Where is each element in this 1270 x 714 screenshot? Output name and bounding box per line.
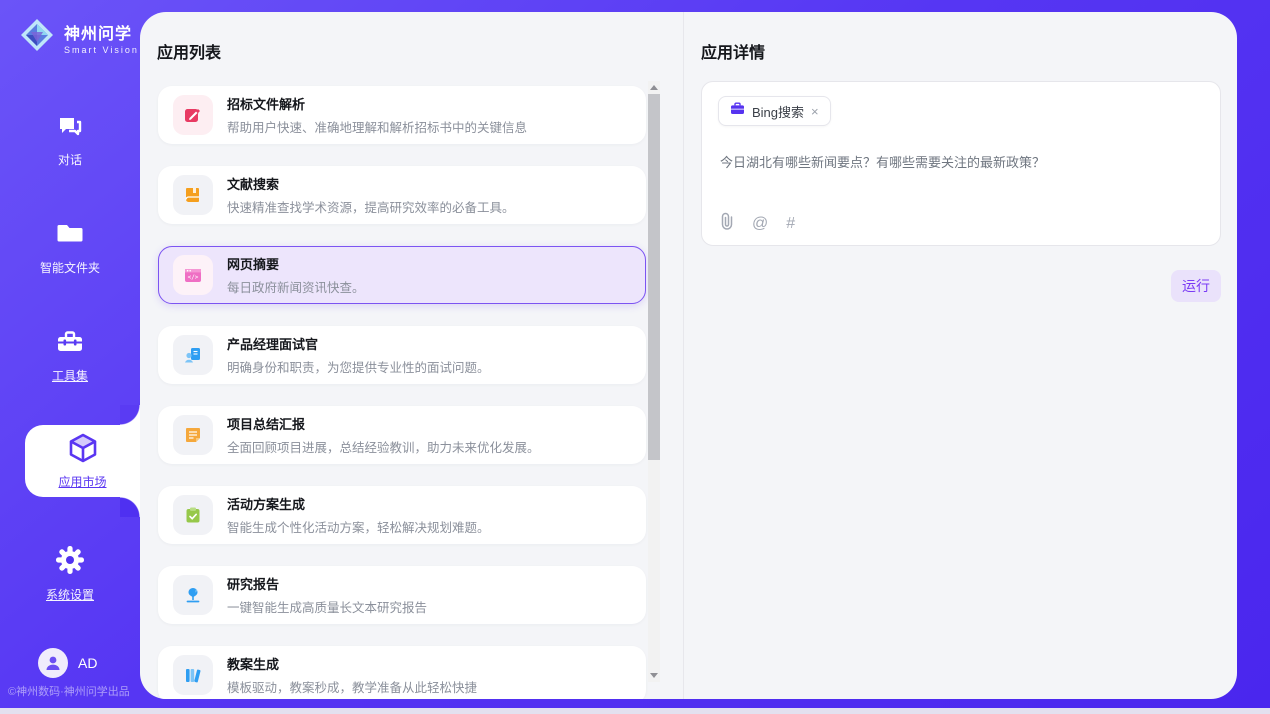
- app-card-event-plan[interactable]: 活动方案生成 智能生成个性化活动方案，轻松解决规划难题。: [158, 486, 646, 544]
- app-name: 项目总结汇报: [227, 414, 540, 433]
- app-name: 研究报告: [227, 574, 427, 593]
- app-card-project-summary[interactable]: 项目总结汇报 全面回顾项目进展，总结经验教训，助力未来优化发展。: [158, 406, 646, 464]
- app-desc: 智能生成个性化活动方案，轻松解决规划难题。: [227, 517, 490, 536]
- scroll-up-icon[interactable]: [648, 81, 660, 94]
- window-bottom-edge: [0, 708, 1270, 714]
- app-card-bid-parse[interactable]: 招标文件解析 帮助用户快速、准确地理解和解析招标书中的关键信息: [158, 86, 646, 144]
- sidebar-item-label: 应用市场: [58, 473, 106, 490]
- sidebar-item-label: 系统设置: [46, 586, 94, 603]
- app-card-research-report[interactable]: 研究报告 一键智能生成高质量长文本研究报告: [158, 566, 646, 624]
- toolbox-icon: [56, 328, 84, 361]
- brand-subtitle: Smart Vision: [64, 45, 139, 55]
- briefcase-icon: [730, 101, 745, 121]
- lesson-plan-icon: [173, 655, 213, 695]
- attachment-icon[interactable]: [720, 212, 734, 235]
- copyright-text: ©神州数码·神州问学出品: [8, 683, 130, 699]
- app-card-webpage-summary[interactable]: </> 网页摘要 每日政府新闻资讯快查。: [158, 246, 646, 304]
- user-name: AD: [78, 655, 97, 671]
- scrollbar-thumb[interactable]: [648, 94, 660, 460]
- sidebar-item-toolbox[interactable]: 工具集: [0, 328, 140, 384]
- app-list-scrollbar[interactable]: [648, 81, 660, 682]
- sidebar-item-app-market[interactable]: 应用市场: [25, 425, 140, 497]
- app-name: 文献搜索: [227, 174, 515, 193]
- chat-icon: [56, 112, 84, 145]
- tool-tag-label: Bing搜索: [752, 102, 804, 121]
- brand-logo: 神州问学 Smart Vision: [18, 16, 139, 59]
- sidebar: 神州问学 Smart Vision 对话 智能文件夹: [0, 0, 140, 708]
- main-content: 应用列表 招标文件解析 帮助用户快速、准确地理解和解析招标书中的关键信息: [140, 12, 1237, 699]
- sidebar-item-chat[interactable]: 对话: [0, 112, 140, 168]
- sidebar-item-settings[interactable]: 系统设置: [0, 545, 140, 603]
- tab-connector-bottom: [120, 497, 140, 517]
- app-detail-title: 应用详情: [701, 39, 765, 63]
- event-plan-icon: [173, 495, 213, 535]
- user-icon: [44, 654, 62, 672]
- mention-icon[interactable]: @: [752, 215, 768, 233]
- app-card-lesson-plan[interactable]: 教案生成 模板驱动，教案秒成，教学准备从此轻松快捷: [158, 646, 646, 699]
- avatar: [38, 648, 68, 678]
- app-desc: 一键智能生成高质量长文本研究报告: [227, 597, 427, 616]
- scroll-down-icon[interactable]: [648, 669, 660, 682]
- sidebar-item-smart-folder[interactable]: 智能文件夹: [0, 220, 140, 276]
- project-summary-icon: [173, 415, 213, 455]
- app-desc: 模板驱动，教案秒成，教学准备从此轻松快捷: [227, 677, 477, 696]
- svg-text:</>: </>: [188, 274, 199, 281]
- folder-icon: [56, 220, 84, 253]
- app-detail-panel: 应用详情 Bing搜索 × 今日湖北有哪些新闻要点？有哪些需要关注的最新政策？: [684, 12, 1237, 699]
- pm-interviewer-icon: [173, 335, 213, 375]
- tool-tag-bing-search[interactable]: Bing搜索 ×: [718, 96, 831, 126]
- brand-diamond-icon: [18, 16, 56, 59]
- bid-document-parse-icon: [173, 95, 213, 135]
- app-name: 活动方案生成: [227, 494, 490, 513]
- prompt-actions: @ #: [720, 212, 795, 235]
- app-desc: 明确身份和职责，为您提供专业性的面试问题。: [227, 357, 490, 376]
- hash-icon[interactable]: #: [786, 215, 795, 233]
- sidebar-item-label: 对话: [58, 151, 82, 168]
- app-name: 教案生成: [227, 654, 477, 673]
- user-account[interactable]: AD: [38, 648, 97, 678]
- prompt-card: Bing搜索 × 今日湖北有哪些新闻要点？有哪些需要关注的最新政策？ @ #: [701, 81, 1221, 246]
- tag-close-icon[interactable]: ×: [811, 105, 819, 118]
- app-desc: 全面回顾项目进展，总结经验教训，助力未来优化发展。: [227, 437, 540, 456]
- app-desc: 快速精准查找学术资源，提高研究效率的必备工具。: [227, 197, 515, 216]
- app-name: 产品经理面试官: [227, 334, 490, 353]
- app-list-title: 应用列表: [157, 39, 221, 63]
- app-desc: 帮助用户快速、准确地理解和解析招标书中的关键信息: [227, 117, 527, 136]
- prompt-input[interactable]: 今日湖北有哪些新闻要点？有哪些需要关注的最新政策？: [720, 152, 1045, 171]
- sidebar-item-label: 工具集: [52, 367, 88, 384]
- research-report-icon: [173, 575, 213, 615]
- cube-icon: [67, 432, 99, 469]
- gear-icon: [55, 545, 85, 580]
- app-name: 招标文件解析: [227, 94, 527, 113]
- app-list-panel: 应用列表 招标文件解析 帮助用户快速、准确地理解和解析招标书中的关键信息: [140, 12, 683, 699]
- app-card-literature-search[interactable]: 文献搜索 快速精准查找学术资源，提高研究效率的必备工具。: [158, 166, 646, 224]
- app-name: 网页摘要: [227, 254, 365, 273]
- app-card-pm-interviewer[interactable]: 产品经理面试官 明确身份和职责，为您提供专业性的面试问题。: [158, 326, 646, 384]
- app-desc: 每日政府新闻资讯快查。: [227, 277, 365, 296]
- webpage-summary-icon: </>: [173, 255, 213, 295]
- sidebar-item-label: 智能文件夹: [40, 259, 100, 276]
- run-button[interactable]: 运行: [1171, 270, 1221, 302]
- literature-search-icon: [173, 175, 213, 215]
- tab-connector-top: [120, 405, 140, 425]
- brand-name: 神州问学: [64, 20, 139, 44]
